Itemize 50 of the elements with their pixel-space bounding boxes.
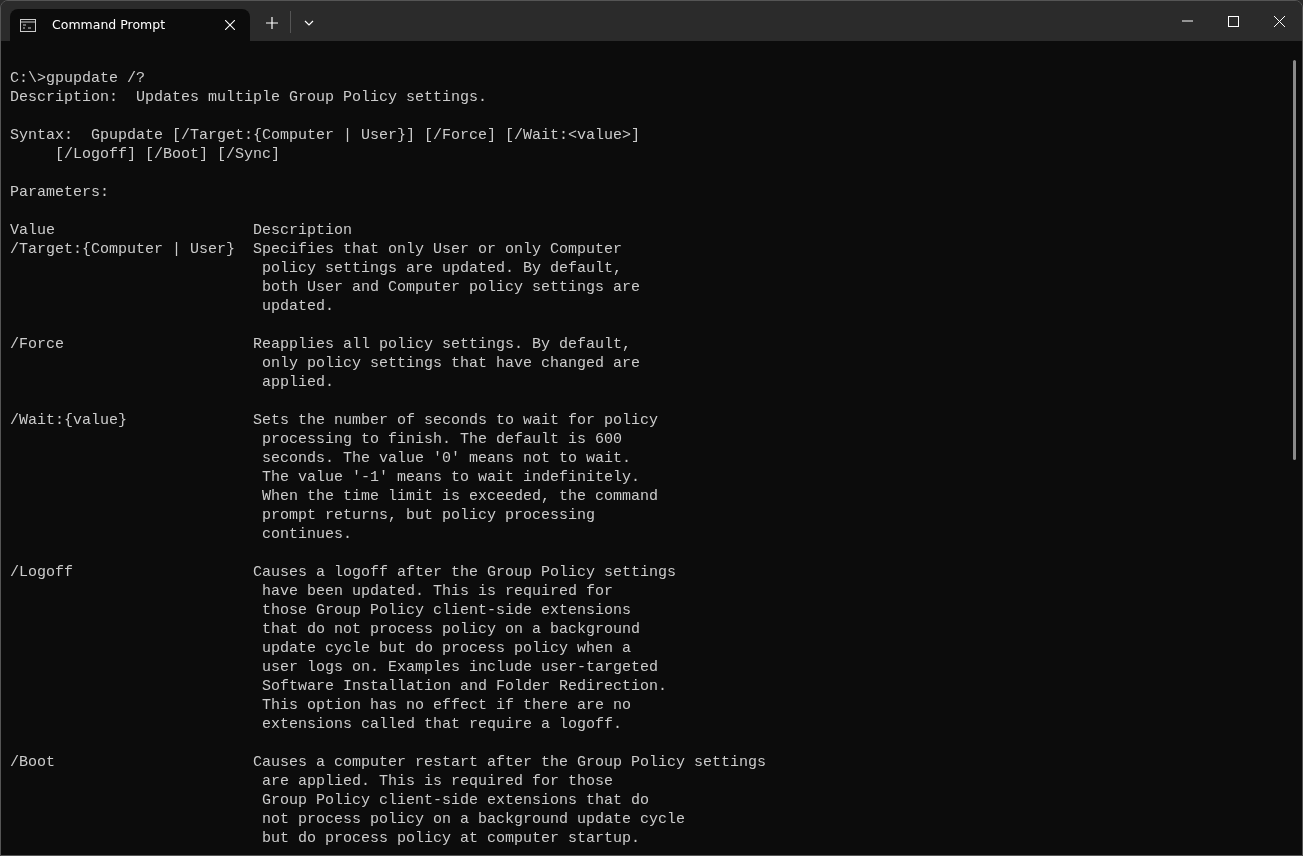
- terminal-icon: [20, 18, 36, 32]
- output-line: [/Logoff] [/Boot] [/Sync]: [54, 145, 281, 164]
- description-line: user logs on. Examples include user-targeted: [261, 658, 659, 677]
- minimize-icon: [1181, 20, 1193, 22]
- description-line: Reapplies all policy settings. By default,: [253, 335, 632, 354]
- column-header: Value: [10, 221, 56, 240]
- description-line: both User and Computer policy settings are: [261, 278, 641, 297]
- description-line: applied.: [261, 373, 334, 392]
- description-line: extensions called that require a logoff.: [261, 715, 623, 734]
- close-icon: [1273, 15, 1285, 27]
- parameter-name: /Boot: [10, 753, 56, 772]
- parameter-name: /Force: [10, 335, 65, 354]
- description-line: This option has no effect if there are no: [261, 696, 632, 715]
- tab[interactable]: Command Prompt: [10, 9, 250, 41]
- description-line: update cycle but do process policy when a: [261, 639, 632, 658]
- close-icon: [225, 20, 235, 30]
- description-line: prompt returns, but policy processing: [261, 506, 596, 525]
- description-line: Causes a logoff after the Group Policy settings: [253, 563, 677, 582]
- column-header: Description: [253, 221, 353, 240]
- description-line: Software Installation and Folder Redirection.: [261, 677, 668, 696]
- description-line: but do process policy at computer startup.: [261, 829, 641, 848]
- description-line: only policy settings that have changed are: [261, 354, 641, 373]
- maximize-icon: [1227, 15, 1239, 27]
- parameter-name: /Target:{Computer | User}: [10, 240, 237, 259]
- parameter-name: /Wait:{value}: [10, 411, 129, 430]
- description-line: updated.: [261, 297, 334, 316]
- description-line: Specifies that only User or only Computer: [253, 240, 623, 259]
- description-line: policy settings are updated. By default,: [261, 259, 623, 278]
- output-line: Syntax: Gpupdate [/Target:{Computer | User}] [/Force] [/Wait:<value>]: [10, 126, 641, 145]
- description-line: Group Policy client-side extensions that do: [261, 791, 650, 810]
- output-line: C:\>gpupdate /?: [10, 69, 146, 88]
- chevron-down-icon: [304, 20, 314, 26]
- description-line: those Group Policy client-side extensions: [261, 601, 632, 620]
- parameter-name: /Logoff: [10, 563, 74, 582]
- tab-title: Command Prompt: [52, 15, 167, 34]
- description-line: not process policy on a background update cycle: [261, 810, 686, 829]
- description-line: seconds. The value '0' means not to wait.: [261, 449, 632, 468]
- description-line: Sets the number of seconds to wait for policy: [253, 411, 659, 430]
- scrollbar[interactable]: [1293, 60, 1296, 460]
- output-line: Description: Updates multiple Group Policy settings.: [10, 88, 488, 107]
- description-line: that do not process policy on a background: [261, 620, 641, 639]
- description-line: processing to finish. The default is 600: [261, 430, 623, 449]
- description-line: Causes a computer restart after the Group Policy settings: [253, 753, 767, 772]
- description-line: The value '-1' means to wait indefinitely.: [261, 468, 641, 487]
- description-line: continues.: [261, 525, 353, 544]
- description-line: When the time limit is exceeded, the command: [261, 487, 659, 506]
- description-line: have been updated. This is required for: [261, 582, 614, 601]
- description-line: are applied. This is required for those: [261, 772, 614, 791]
- plus-icon: [266, 17, 278, 29]
- output-line: Parameters:: [10, 183, 110, 202]
